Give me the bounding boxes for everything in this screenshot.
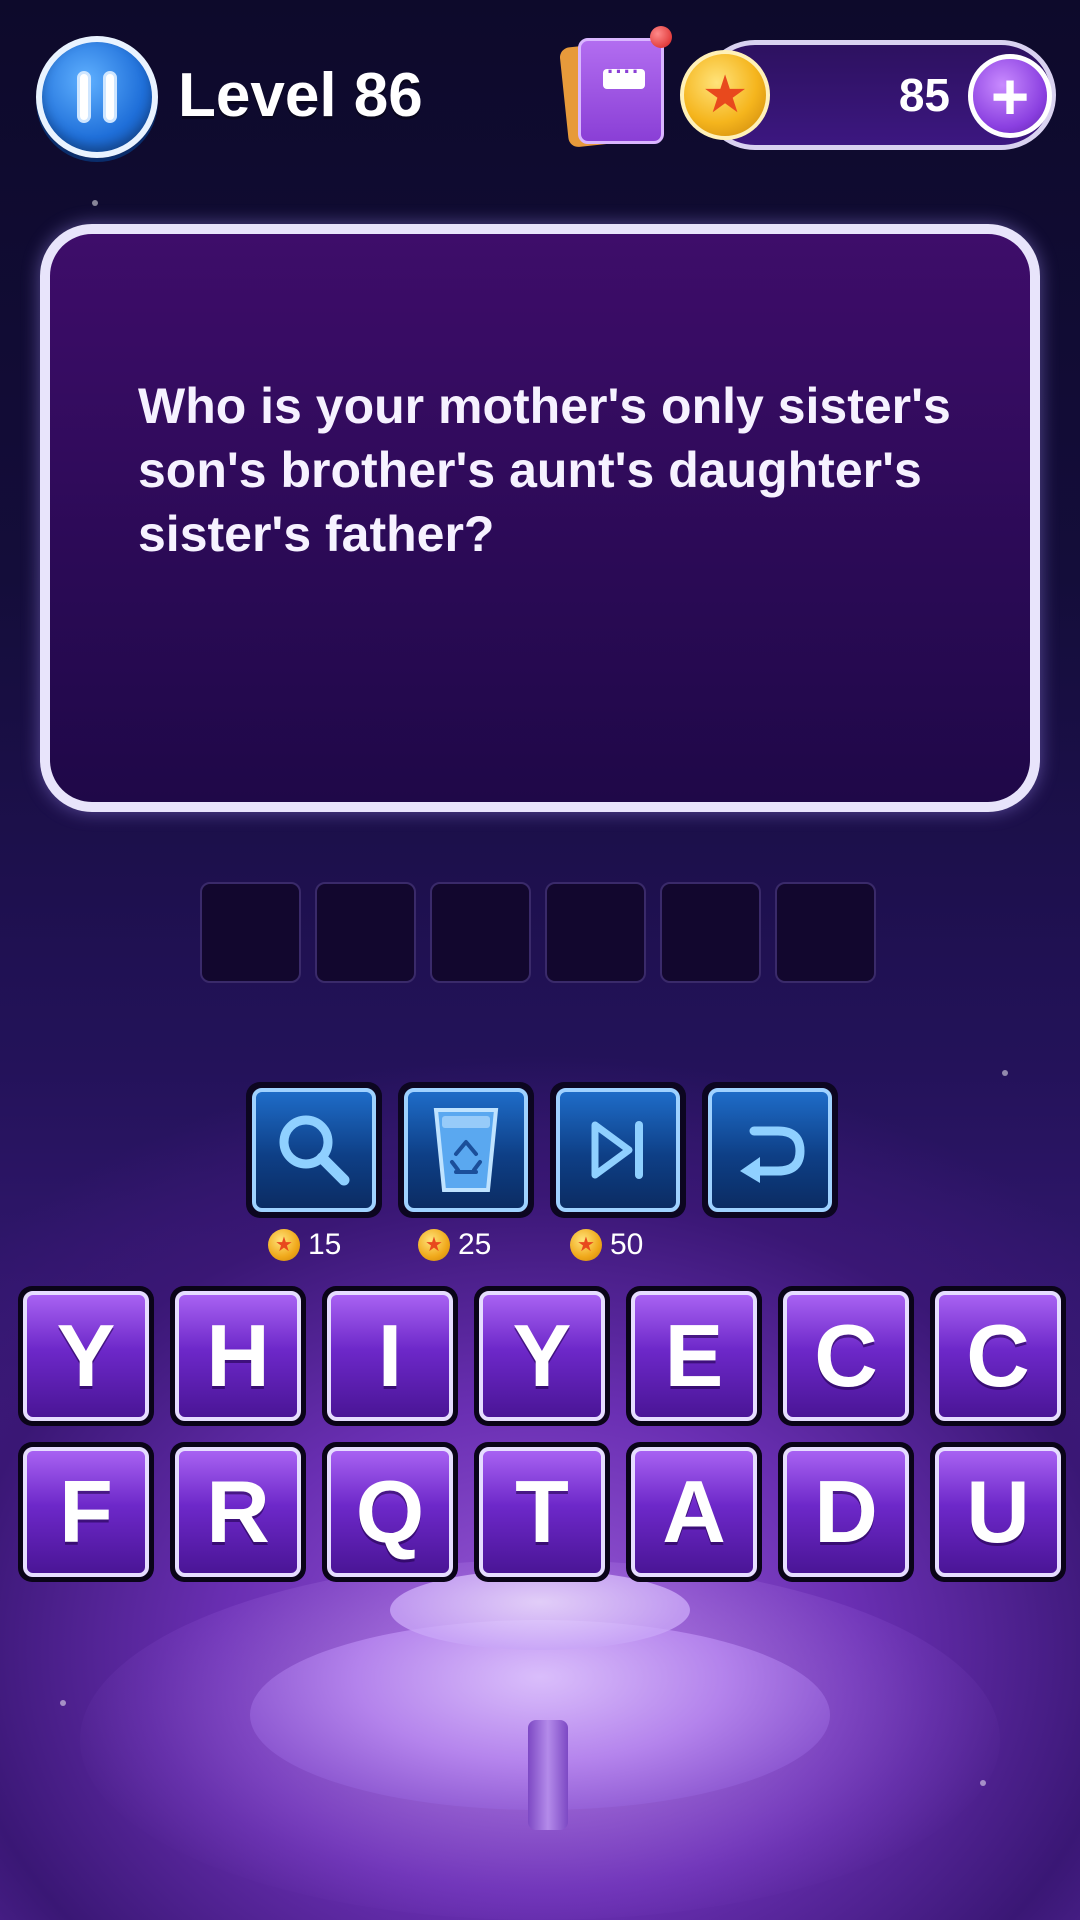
background-star — [92, 200, 98, 206]
letter-key[interactable]: F — [18, 1442, 154, 1582]
coin-icon: ★ — [570, 1229, 602, 1261]
answer-slot[interactable] — [775, 882, 876, 983]
remove-cost: ★ 25 — [418, 1228, 491, 1262]
undo-button[interactable] — [702, 1082, 838, 1218]
letter-key[interactable]: U — [930, 1442, 1066, 1582]
hint-button[interactable] — [246, 1082, 382, 1218]
letter-key[interactable]: C — [930, 1286, 1066, 1426]
letter-key[interactable]: Y — [18, 1286, 154, 1426]
coin-icon: ★ — [268, 1229, 300, 1261]
recycle-bin-icon — [433, 1108, 499, 1192]
question-panel: Who is your mother's only sister's son's… — [40, 224, 1040, 812]
skip-cost: ★ 50 — [570, 1228, 643, 1262]
level-title: Level 86 — [178, 61, 423, 130]
letter-key[interactable]: Y — [474, 1286, 610, 1426]
letter-key[interactable]: C — [778, 1286, 914, 1426]
skip-icon — [591, 1121, 643, 1179]
answer-slot[interactable] — [315, 882, 416, 983]
background-star — [60, 1700, 66, 1706]
magnifier-icon — [279, 1115, 350, 1186]
skip-button[interactable] — [550, 1082, 686, 1218]
answer-slot[interactable] — [545, 882, 646, 983]
coin-icon: ★ — [418, 1229, 450, 1261]
letter-row-1: Y H I Y E C C — [18, 1286, 1066, 1426]
background-star — [1002, 1070, 1008, 1076]
machine-pillar — [528, 1720, 568, 1830]
answer-slot[interactable] — [660, 882, 761, 983]
letter-key[interactable]: H — [170, 1286, 306, 1426]
hint-cost: ★ 15 — [268, 1228, 341, 1262]
letter-key[interactable]: A — [626, 1442, 762, 1582]
letter-key[interactable]: Q — [322, 1442, 458, 1582]
pause-button[interactable] — [36, 36, 158, 158]
letter-key[interactable]: R — [170, 1442, 306, 1582]
add-coins-button[interactable]: + — [968, 54, 1052, 138]
question-text: Who is your mother's only sister's son's… — [138, 378, 951, 562]
coin-count: 85 — [898, 69, 950, 121]
letter-row-2: F R Q T A D U — [18, 1442, 1066, 1582]
letter-key[interactable]: E — [626, 1286, 762, 1426]
letter-key[interactable]: T — [474, 1442, 610, 1582]
powerup-bar — [246, 1082, 838, 1218]
machine-top — [390, 1570, 690, 1650]
remove-letters-button[interactable] — [398, 1082, 534, 1218]
letter-key[interactable]: I — [322, 1286, 458, 1426]
undo-arrow-icon — [740, 1126, 805, 1183]
notification-dot — [650, 26, 672, 48]
pause-icon — [71, 71, 123, 123]
book-button[interactable] — [558, 26, 672, 150]
letter-key[interactable]: D — [778, 1442, 914, 1582]
coin-icon: ★ — [680, 50, 770, 140]
answer-slot[interactable] — [430, 882, 531, 983]
answer-slots — [200, 882, 876, 983]
book-icon — [578, 38, 664, 144]
plus-icon: + — [990, 59, 1030, 133]
answer-slot[interactable] — [200, 882, 301, 983]
